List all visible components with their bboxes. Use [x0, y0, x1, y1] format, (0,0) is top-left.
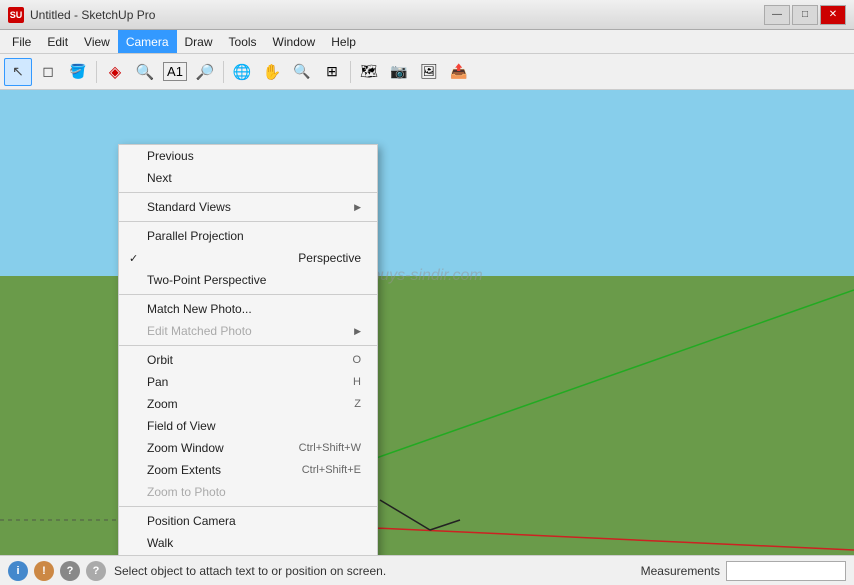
menu-tools[interactable]: Tools	[221, 30, 265, 53]
menu-item-pan[interactable]: Pan H	[119, 371, 377, 393]
icon-2: 🔍	[136, 63, 155, 81]
menu-item-look-around[interactable]: Look Around	[119, 554, 377, 555]
measurements-label: Measurements	[641, 564, 720, 578]
toolbar-btn-7[interactable]: 🔍	[288, 58, 316, 86]
toolbar-btn-4[interactable]: 🔎	[191, 58, 219, 86]
title-bar-buttons: — □ ✕	[764, 5, 846, 25]
toolbar-btn-9[interactable]: 🗺	[355, 58, 383, 86]
menu-item-perspective[interactable]: Perspective	[119, 247, 377, 269]
icon-9: 🗺	[360, 63, 378, 80]
menu-file[interactable]: File	[4, 30, 39, 53]
app-icon: SU	[8, 7, 24, 23]
menu-item-two-point-perspective[interactable]: Two-Point Perspective	[119, 269, 377, 291]
menu-item-edit-matched-photo[interactable]: Edit Matched Photo	[119, 320, 377, 342]
title-bar-left: SU Untitled - SketchUp Pro	[8, 7, 155, 23]
separator-2	[119, 221, 377, 222]
menu-camera[interactable]: Camera	[118, 30, 177, 53]
menu-item-zoom-window[interactable]: Zoom Window Ctrl+Shift+W	[119, 437, 377, 459]
separator-1	[119, 192, 377, 193]
icon-5: 🌐	[233, 63, 252, 81]
toolbar-btn-11[interactable]: 🖼	[415, 58, 443, 86]
toolbar-btn-2[interactable]: 🔍	[131, 58, 159, 86]
erase-tool-button[interactable]: ◻	[34, 58, 62, 86]
menu-item-previous[interactable]: Previous	[119, 145, 377, 167]
toolbar-btn-3[interactable]: A1	[161, 58, 189, 86]
measurements-input[interactable]	[726, 561, 846, 581]
menu-item-field-of-view[interactable]: Field of View	[119, 415, 377, 437]
menu-item-position-camera[interactable]: Position Camera	[119, 510, 377, 532]
menu-edit[interactable]: Edit	[39, 30, 76, 53]
menu-item-orbit[interactable]: Orbit O	[119, 349, 377, 371]
icon-12: 📤	[450, 63, 467, 80]
separator-5	[119, 506, 377, 507]
erase-icon: ◻	[42, 63, 54, 80]
icon-1: ◈	[109, 62, 121, 82]
menu-bar: File Edit View Camera Draw Tools Window …	[0, 30, 854, 54]
icon-10: 📷	[390, 63, 407, 80]
icon-11: 🖼	[420, 63, 438, 80]
menu-item-walk[interactable]: Walk	[119, 532, 377, 554]
icon-8: ⊞	[326, 63, 338, 80]
toolbar-btn-1[interactable]: ◈	[101, 58, 129, 86]
toolbar-btn-10[interactable]: 📷	[385, 58, 413, 86]
minimize-button[interactable]: —	[764, 5, 790, 25]
status-icon-info[interactable]: i	[8, 561, 28, 581]
icon-4: 🔎	[196, 63, 215, 81]
menu-item-parallel-projection[interactable]: Parallel Projection	[119, 225, 377, 247]
select-icon: ↖	[12, 63, 24, 80]
toolbar-btn-8[interactable]: ⊞	[318, 58, 346, 86]
toolbar-btn-5[interactable]: 🌐	[228, 58, 256, 86]
toolbar: ↖ ◻ 🪣 ◈ 🔍 A1 🔎 🌐 ✋ 🔍 ⊞ 🗺 📷 🖼 📤	[0, 54, 854, 90]
status-icon-error[interactable]: ?	[60, 561, 80, 581]
paint-icon: 🪣	[69, 63, 86, 80]
status-text: Select object to attach text to or posit…	[114, 564, 633, 578]
close-button[interactable]: ✕	[820, 5, 846, 25]
menu-window[interactable]: Window	[265, 30, 324, 53]
status-icon-warn[interactable]: !	[34, 561, 54, 581]
menu-item-standard-views[interactable]: Standard Views	[119, 196, 377, 218]
menu-item-zoom[interactable]: Zoom Z	[119, 393, 377, 415]
toolbar-btn-6[interactable]: ✋	[258, 58, 286, 86]
separator-2	[223, 61, 224, 83]
separator-4	[119, 345, 377, 346]
menu-help[interactable]: Help	[323, 30, 364, 53]
menu-item-next[interactable]: Next	[119, 167, 377, 189]
menu-item-zoom-extents[interactable]: Zoom Extents Ctrl+Shift+E	[119, 459, 377, 481]
icon-3: A1	[163, 62, 187, 81]
window-title: Untitled - SketchUp Pro	[30, 8, 155, 22]
icon-7: 🔍	[293, 63, 310, 80]
separator-3	[119, 294, 377, 295]
status-icon-help[interactable]: ?	[86, 561, 106, 581]
paint-tool-button[interactable]: 🪣	[64, 58, 92, 86]
separator-3	[350, 61, 351, 83]
menu-draw[interactable]: Draw	[177, 30, 221, 53]
menu-item-zoom-to-photo[interactable]: Zoom to Photo	[119, 481, 377, 503]
toolbar-btn-12[interactable]: 📤	[445, 58, 473, 86]
status-bar: i ! ? ? Select object to attach text to …	[0, 555, 854, 585]
camera-dropdown-menu: Previous Next Standard Views Parallel Pr…	[118, 144, 378, 555]
select-tool-button[interactable]: ↖	[4, 58, 32, 86]
separator-1	[96, 61, 97, 83]
measurements-area: Measurements	[641, 561, 846, 581]
menu-view[interactable]: View	[76, 30, 118, 53]
status-icons: i ! ? ?	[8, 561, 106, 581]
icon-6: ✋	[263, 63, 282, 81]
title-bar: SU Untitled - SketchUp Pro — □ ✕	[0, 0, 854, 30]
menu-item-match-new-photo[interactable]: Match New Photo...	[119, 298, 377, 320]
maximize-button[interactable]: □	[792, 5, 818, 25]
canvas-area[interactable]: buys-sindir.com Previous Next Standard V…	[0, 90, 854, 555]
